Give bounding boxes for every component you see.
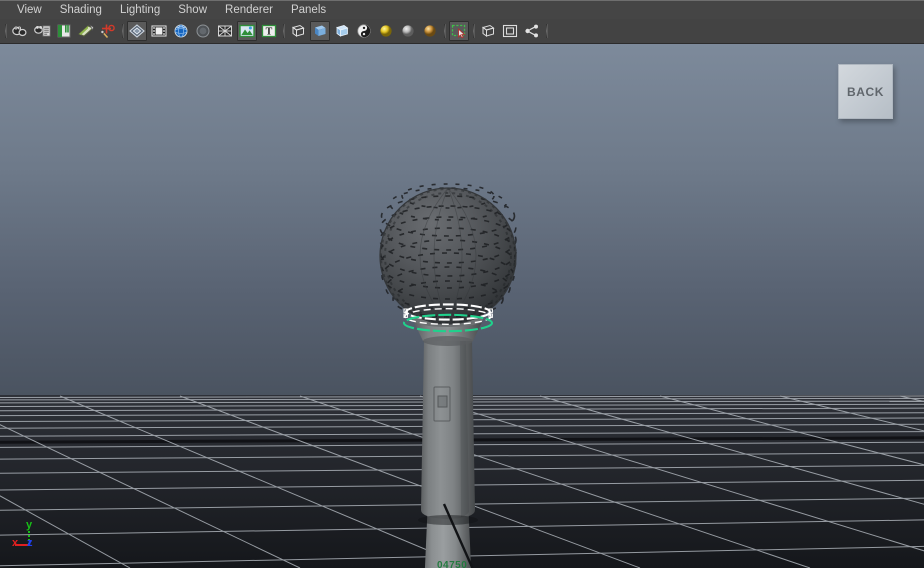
film-gate-icon[interactable]	[149, 21, 169, 41]
marquee-select-icon[interactable]	[449, 21, 469, 41]
texture-placement-icon[interactable]: T	[259, 21, 279, 41]
view-cube-label: BACK	[846, 84, 885, 99]
light-gray-icon[interactable]	[398, 21, 418, 41]
smooth-shade-wire-icon[interactable]	[332, 21, 352, 41]
axis-label-x: x	[12, 537, 19, 549]
viewport-canvas	[0, 44, 924, 568]
toolbar-separator	[543, 23, 550, 39]
two-d-pan-zoom-icon[interactable]	[98, 21, 118, 41]
viewport-toolbar: T	[0, 19, 924, 44]
viewport-share-icon[interactable]	[522, 21, 542, 41]
isolate-select-icon[interactable]	[237, 21, 257, 41]
light-yellow-icon[interactable]	[376, 21, 396, 41]
select-camera-icon[interactable]	[10, 21, 30, 41]
toolbar-separator	[470, 23, 477, 39]
persp-viewport[interactable]: BACK x y z 04750	[0, 44, 924, 568]
menu-item-panels[interactable]: Panels	[282, 1, 335, 20]
menu-item-lighting[interactable]: Lighting	[111, 1, 169, 20]
xray-joints-icon[interactable]	[215, 21, 235, 41]
svg-text:T: T	[266, 27, 273, 38]
camera-attributes-icon[interactable]	[32, 21, 52, 41]
maya-window: View Shading Lighting Show Renderer Pane…	[0, 0, 924, 568]
xray-mode-icon[interactable]	[478, 21, 498, 41]
image-plane-icon[interactable]	[76, 21, 96, 41]
bookmark-icon[interactable]	[54, 21, 74, 41]
resolution-gate-icon[interactable]	[171, 21, 191, 41]
grid-display-icon[interactable]	[127, 21, 147, 41]
axis-gizmo: x y z	[12, 519, 33, 549]
exposure-icon[interactable]	[500, 21, 520, 41]
menu-item-show[interactable]: Show	[169, 1, 216, 20]
mic-ground-shadow	[418, 515, 478, 525]
wireframe-shading-icon[interactable]	[288, 21, 308, 41]
smooth-shade-all-icon[interactable]	[310, 21, 330, 41]
component-count-readout: 04750	[437, 560, 468, 568]
toolbar-separator	[119, 23, 126, 39]
menu-item-shading[interactable]: Shading	[51, 1, 111, 20]
textured-shading-icon[interactable]	[354, 21, 374, 41]
axis-label-y: y	[26, 519, 33, 531]
toolbar-separator	[280, 23, 287, 39]
mic-collar-bottom	[423, 336, 473, 346]
view-cube[interactable]: BACK	[838, 64, 893, 119]
menu-bar: View Shading Lighting Show Renderer Pane…	[0, 0, 924, 19]
menu-item-renderer[interactable]: Renderer	[216, 1, 282, 20]
gate-mask-icon[interactable]	[193, 21, 213, 41]
axis-label-z: z	[27, 537, 33, 549]
menu-item-view[interactable]: View	[8, 1, 51, 20]
toolbar-separator	[441, 23, 448, 39]
toolbar-separator	[2, 23, 9, 39]
light-amber-icon[interactable]	[420, 21, 440, 41]
